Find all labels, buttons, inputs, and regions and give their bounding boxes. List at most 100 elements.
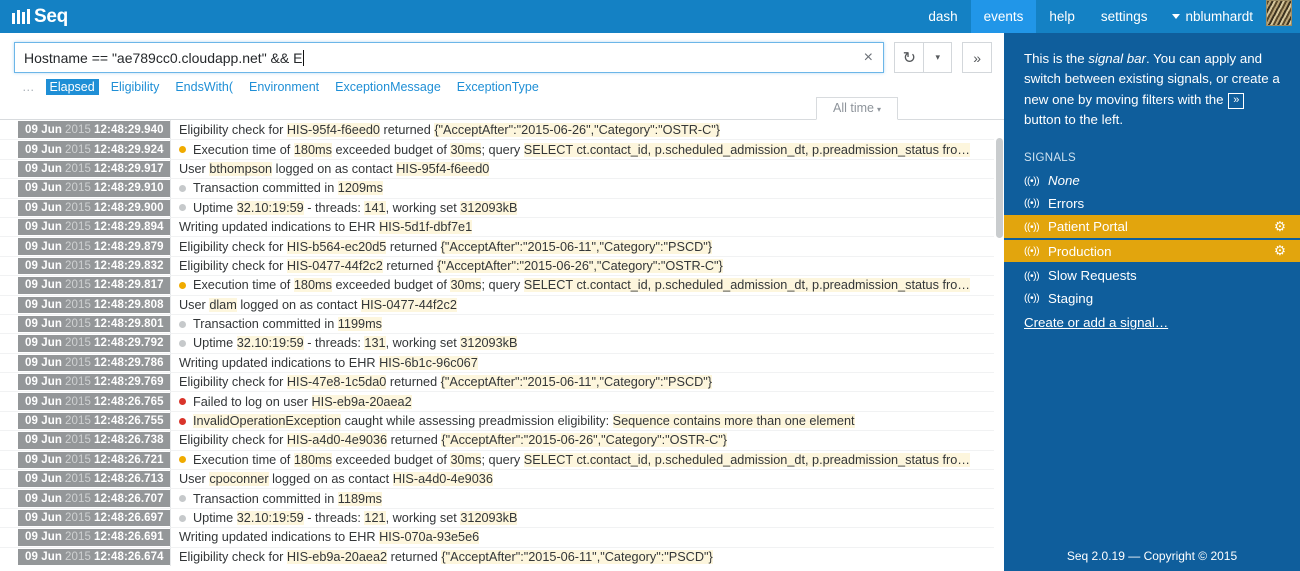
event-row[interactable]: 09 Jun 2015 12:48:29.801 Transaction commit… [0,313,1004,334]
event-row[interactable]: 09 Jun 2015 12:48:29.924 Execution time of … [0,139,1004,159]
property-value: 180ms [293,142,332,157]
signal-item-patient-portal[interactable]: ((•)) Patient Portal ⚙ [1004,215,1300,238]
event-message-cell[interactable]: Transaction committed in 1199ms [170,314,1004,334]
event-row[interactable]: 09 Jun 2015 12:48:26.691 Writing updated in… [0,527,1004,547]
event-message-cell[interactable]: Eligibility check for HIS-47e8-1c5da0 re… [170,373,1004,392]
signal-item-staging[interactable]: ((•)) Staging [1004,287,1300,310]
event-message-cell[interactable]: Eligibility check for HIS-95f4-f6eed0 re… [170,120,1004,140]
event-message-cell[interactable]: Execution time of 180ms exceeded budget … [170,450,1004,470]
event-row[interactable]: 09 Jun 2015 12:48:29.792 Uptime 32.10:19:59… [0,333,1004,353]
event-message-cell[interactable]: Writing updated indications to EHR HIS-0… [170,528,1004,547]
event-message-cell[interactable]: Execution time of 180ms exceeded budget … [170,140,1004,159]
event-message-cell[interactable]: Uptime 32.10:19:59 - threads: 121, worki… [170,508,1004,528]
event-timestamp: 09 Jun 2015 12:48:26.691 [18,529,170,546]
message-text: Eligibility check for [179,549,287,564]
suggestion-environment[interactable]: Environment [249,80,319,94]
event-timestamp: 09 Jun 2015 12:48:29.924 [18,141,170,158]
event-message: Eligibility check for HIS-95f4-f6eed0 re… [179,122,720,137]
event-row[interactable]: 09 Jun 2015 12:48:26.674 Eligibility check … [0,546,1004,566]
event-message-cell[interactable]: Eligibility check for HIS-eb9a-20aea2 re… [170,547,1004,566]
event-list[interactable]: 09 Jun 2015 12:48:29.940 Eligibility check … [0,120,1004,571]
refresh-dropdown-button[interactable]: ▾ [924,42,953,73]
message-text: - threads: [303,336,365,351]
event-row[interactable]: 09 Jun 2015 12:48:26.721 Execution time of … [0,449,1004,470]
scrollbar-thumb[interactable] [996,138,1003,238]
event-row[interactable]: 09 Jun 2015 12:48:26.738 Eligibility check … [0,430,1004,450]
event-row[interactable]: 09 Jun 2015 12:48:26.713 User cpoconner log… [0,469,1004,489]
suggestion-exceptiontype[interactable]: ExceptionType [457,80,539,94]
event-row[interactable]: 09 Jun 2015 12:48:29.894 Writing updated in… [0,216,1004,237]
suggestion-eligibility[interactable]: Eligibility [111,80,160,94]
signal-item-production[interactable]: ((•)) Production ⚙ [1004,239,1300,263]
suggestions-overflow-ellipsis[interactable]: … [22,80,36,94]
signal-item-errors[interactable]: ((•)) Errors [1004,192,1300,215]
event-message-cell[interactable]: Eligibility check for HIS-0477-44f2c2 re… [170,256,1004,276]
event-row[interactable]: 09 Jun 2015 12:48:26.755 InvalidOperationEx… [0,410,1004,431]
user-menu[interactable]: nblumhardt [1160,0,1259,33]
event-row[interactable]: 09 Jun 2015 12:48:29.832 Eligibility check … [0,255,1004,276]
event-row[interactable]: 09 Jun 2015 12:48:29.808 User dlam logged o… [0,294,1004,314]
event-date: 09 Jun [25,162,63,175]
event-message-cell[interactable]: Writing updated indications to EHR HIS-5… [170,217,1004,237]
event-row[interactable]: 09 Jun 2015 12:48:26.697 Uptime 32.10:19:59… [0,507,1004,528]
event-row[interactable]: 09 Jun 2015 12:48:29.910 Transaction commit… [0,178,1004,198]
nav-item-dash[interactable]: dash [915,0,970,33]
time-range-tab[interactable]: All time ▾ [816,97,898,120]
gear-icon[interactable]: ⚙ [1274,219,1286,235]
brand-logo[interactable]: Seq [0,0,78,33]
event-row[interactable]: 09 Jun 2015 12:48:29.917 User bthompson log… [0,158,1004,179]
event-date: 09 Jun [25,337,63,350]
event-row[interactable]: 09 Jun 2015 12:48:29.786 Writing updated in… [0,352,1004,373]
event-time: 12:48:29.940 [94,123,164,136]
event-message-cell[interactable]: Failed to log on user HIS-eb9a-20aea2 [170,392,1004,411]
event-year: 2015 [65,395,92,408]
event-row[interactable]: 09 Jun 2015 12:48:29.940 Eligibility check … [0,120,1004,140]
message-text: returned [386,239,441,254]
refresh-button[interactable]: ↻ [894,42,925,73]
property-value: 30ms [450,142,482,157]
event-row[interactable]: 09 Jun 2015 12:48:26.707 Transaction commit… [0,488,1004,508]
event-timestamp: 09 Jun 2015 12:48:26.721 [18,451,170,469]
suggestion-elapsed[interactable]: Elapsed [45,79,99,95]
event-message-cell[interactable]: InvalidOperationException caught while a… [170,411,1004,431]
event-message-cell[interactable]: Eligibility check for HIS-b564-ec20d5 re… [170,237,1004,256]
event-date: 09 Jun [25,492,63,505]
event-message-cell[interactable]: User cpoconner logged on as contact HIS-… [170,470,1004,489]
clear-search-button[interactable]: × [853,49,883,66]
signal-item-slow-requests[interactable]: ((•)) Slow Requests [1004,264,1300,287]
search-input[interactable]: Hostname == "ae789cc0.cloudapp.net" && E [15,49,853,66]
event-row[interactable]: 09 Jun 2015 12:48:26.765 Failed to log on u… [0,391,1004,411]
search-input-wrapper[interactable]: Hostname == "ae789cc0.cloudapp.net" && E… [14,42,885,73]
gear-icon[interactable]: ⚙ [1274,243,1286,259]
event-message-cell[interactable]: Execution time of 180ms exceeded budget … [170,276,1004,295]
message-text: Uptime [193,511,237,525]
create-signal-link[interactable]: Create or add a signal… [1024,315,1168,330]
event-message-cell[interactable]: Transaction committed in 1189ms [170,489,1004,508]
event-row[interactable]: 09 Jun 2015 12:48:29.769 Eligibility check … [0,372,1004,392]
event-message-cell[interactable]: User dlam logged on as contact HIS-0477-… [170,295,1004,314]
event-timestamp: 09 Jun 2015 12:48:26.765 [18,393,170,410]
event-row[interactable]: 09 Jun 2015 12:48:29.900 Uptime 32.10:19:59… [0,197,1004,217]
navbar-links: dash events help settings nblumhardt [915,0,1300,33]
event-message-cell[interactable]: Uptime 32.10:19:59 - threads: 131, worki… [170,334,1004,353]
signal-item-none[interactable]: ((•)) None [1004,169,1300,192]
event-message-cell[interactable]: User bthompson logged on as contact HIS-… [170,159,1004,179]
suggestion-endswith[interactable]: EndsWith( [175,80,233,94]
avatar[interactable] [1266,0,1292,26]
nav-item-events[interactable]: events [970,0,1037,33]
event-message: Writing updated indications to EHR HIS-6… [179,355,478,370]
event-message-cell[interactable]: Transaction committed in 1209ms [170,179,1004,198]
event-message-cell[interactable]: Writing updated indications to EHR HIS-6… [170,353,1004,373]
move-filter-to-signal-button[interactable]: » [962,42,992,73]
suggestion-exceptionmessage[interactable]: ExceptionMessage [335,80,441,94]
event-message-cell[interactable]: Uptime 32.10:19:59 - threads: 141, worki… [170,198,1004,217]
property-value: 1189ms [337,491,382,506]
nav-item-help[interactable]: help [1036,0,1088,33]
event-list-scrollbar[interactable] [994,120,1004,571]
nav-item-settings[interactable]: settings [1088,0,1161,33]
event-row[interactable]: 09 Jun 2015 12:48:29.879 Eligibility check … [0,236,1004,256]
message-text: logged on as contact [272,161,397,176]
level-warn-icon [179,146,186,154]
event-message-cell[interactable]: Eligibility check for HIS-a4d0-4e9036 re… [170,431,1004,450]
event-row[interactable]: 09 Jun 2015 12:48:29.817 Execution time of … [0,275,1004,295]
